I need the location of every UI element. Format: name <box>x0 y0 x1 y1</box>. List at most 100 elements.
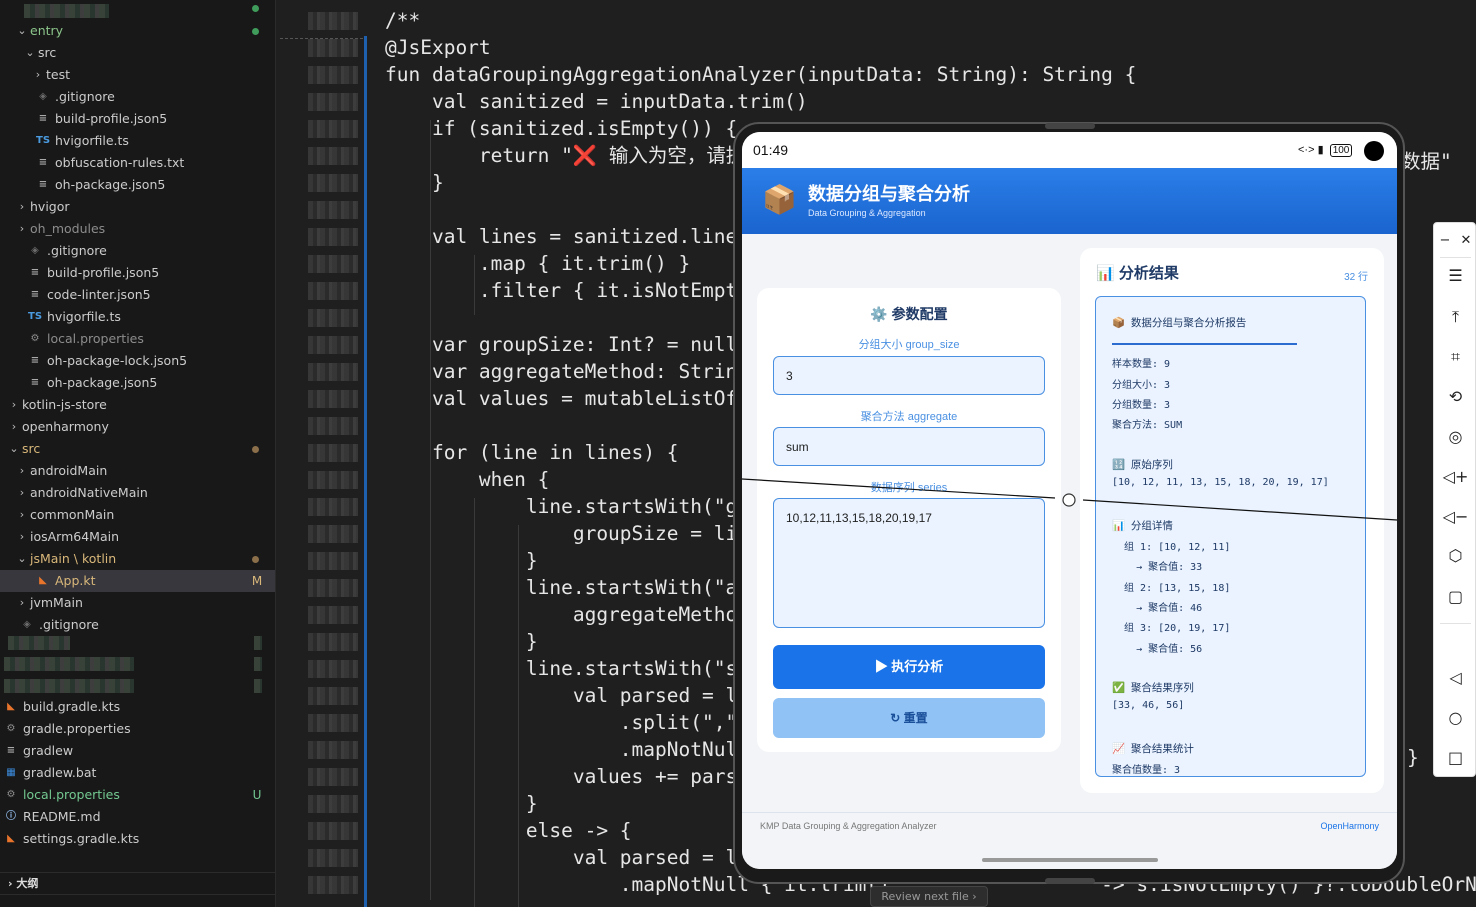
chevron-right-icon[interactable]: › <box>16 218 28 240</box>
chevron-right-icon[interactable]: › <box>16 526 28 548</box>
code-line[interactable]: val values = mutableListOf<D <box>385 385 761 412</box>
code-line[interactable]: return "❌ 输入为空，请提 <box>385 142 745 169</box>
location-icon[interactable]: ◎ <box>1434 422 1476 452</box>
code-line[interactable]: groupSize = line <box>385 520 761 547</box>
code-line[interactable]: @JsExport <box>385 34 491 61</box>
tree-item[interactable]: ◈ .gitignore <box>0 240 275 262</box>
reset-button[interactable]: ↻ 重置 <box>773 698 1045 738</box>
close-icon[interactable]: ✕ <box>1455 226 1476 256</box>
code-line[interactable]: else -> { <box>385 817 632 844</box>
code-line[interactable]: var groupSize: Int? = null <box>385 331 737 358</box>
tree-item[interactable]: ≡ oh-package-lock.json5 <box>0 350 275 372</box>
tree-item[interactable]: › iosArm64Main <box>0 526 275 548</box>
tree-item[interactable]: TS hvigorfile.ts <box>0 130 275 152</box>
back-icon[interactable]: ◁ <box>1434 663 1476 693</box>
tree-item[interactable]: ◈ .gitignore <box>0 86 275 108</box>
chevron-down-icon[interactable]: ⌄ <box>8 438 20 460</box>
tree-item[interactable]: ⌄ src <box>0 438 275 460</box>
code-line[interactable]: fun dataGroupingAggregationAnalyzer(inpu… <box>385 61 1136 88</box>
chevron-right-icon[interactable]: › <box>8 394 20 416</box>
chevron-down-icon[interactable]: ⌄ <box>16 20 28 42</box>
code-line[interactable]: line.startsWith("gro <box>385 493 761 520</box>
tree-item[interactable]: ≡ gradlew <box>0 740 275 762</box>
tree-item[interactable]: ◈ .gitignore <box>0 614 275 636</box>
tree-item[interactable]: ◣ build.gradle.kts <box>0 696 275 718</box>
tree-item[interactable]: ≡ build-profile.json5 <box>0 108 275 130</box>
aggregate-method-input[interactable]: sum <box>773 427 1045 466</box>
tree-item[interactable]: ▦ gradlew.bat <box>0 762 275 784</box>
code-line[interactable]: /** <box>385 7 420 34</box>
tree-item[interactable]: ◣ settings.gradle.kts <box>0 828 275 850</box>
tree-item[interactable]: ≡ build-profile.json5 <box>0 262 275 284</box>
minimize-icon[interactable]: − <box>1434 226 1456 256</box>
code-line[interactable]: var aggregateMethod: String? <box>385 358 761 385</box>
tree-item[interactable]: TS hvigorfile.ts <box>0 306 275 328</box>
chevron-right-icon[interactable]: › <box>16 592 28 614</box>
crop-icon[interactable]: ⌗ <box>1434 342 1476 372</box>
volume-up-icon[interactable]: ◁+ <box>1434 462 1476 492</box>
series-textarea[interactable]: 10,12,11,13,15,18,20,19,17 <box>773 498 1045 628</box>
home-icon[interactable]: ○ <box>1434 703 1476 733</box>
tree-item[interactable]: ⌄ entry <box>0 20 275 42</box>
chevron-down-icon[interactable]: ⌄ <box>16 548 28 570</box>
tree-item[interactable]: ⓘ README.md <box>0 806 275 828</box>
code-line[interactable]: .map { it.trim() } <box>385 250 690 277</box>
tree-item[interactable]: ⚙ gradle.properties <box>0 718 275 740</box>
chevron-right-icon[interactable]: › <box>16 504 28 526</box>
code-line[interactable]: .split(",", <box>385 709 749 736</box>
tree-item[interactable]: ⚙ local.properties <box>0 328 275 350</box>
tree-item[interactable]: ≡ oh-package.json5 <box>0 372 275 394</box>
tree-item[interactable]: › oh_modules <box>0 218 275 240</box>
code-line[interactable]: } <box>385 790 538 817</box>
menu-icon[interactable]: ☰ <box>1434 261 1476 291</box>
tree-item[interactable]: ◣ App.kt M <box>0 570 275 592</box>
code-line[interactable]: when { <box>385 466 549 493</box>
pin-top-icon[interactable]: ⤒ <box>1434 302 1476 332</box>
tree-item[interactable]: › jvmMain <box>0 592 275 614</box>
outline-panel-header[interactable]: › 大纲 <box>0 872 275 894</box>
tree-item[interactable]: ≡ oh-package.json5 <box>0 174 275 196</box>
code-line[interactable]: line.startsWith("ser <box>385 655 761 682</box>
chevron-right-icon[interactable]: › <box>16 460 28 482</box>
home-indicator[interactable] <box>982 858 1158 862</box>
shake-icon[interactable]: ⬡ <box>1434 541 1476 571</box>
chevron-down-icon[interactable]: ⌄ <box>24 42 36 64</box>
chevron-right-icon[interactable]: › <box>16 196 28 218</box>
code-line[interactable]: values += parsed <box>385 763 761 790</box>
review-next-file-button[interactable]: Review next file › <box>870 886 988 907</box>
tree-item[interactable]: › androidNativeMain <box>0 482 275 504</box>
chevron-right-icon[interactable]: › <box>32 64 44 86</box>
code-line[interactable]: if (sanitized.isEmpty()) { <box>385 115 737 142</box>
code-line[interactable]: } <box>385 169 444 196</box>
code-line[interactable]: } <box>385 547 538 574</box>
tree-item[interactable]: ≡ code-linter.json5 <box>0 284 275 306</box>
tree-item[interactable]: › kotlin-js-store <box>0 394 275 416</box>
code-line[interactable]: val parsed = lin <box>385 844 761 871</box>
tree-item[interactable]: › commonMain <box>0 504 275 526</box>
tree-item[interactable]: › openharmony <box>0 416 275 438</box>
code-line[interactable]: .mapNotNull <box>385 736 749 763</box>
code-line[interactable]: .filter { it.isNotEmpty( <box>385 277 761 304</box>
group-size-input[interactable]: 3 <box>773 356 1045 395</box>
rotate-icon[interactable]: ⟲ <box>1434 382 1476 412</box>
chevron-right-icon[interactable]: › <box>16 482 28 504</box>
code-line[interactable]: val lines = sanitized.lines( <box>385 223 761 250</box>
code-line[interactable]: val parsed = lin <box>385 682 761 709</box>
tree-item[interactable]: ⌄ src <box>0 42 275 64</box>
recents-icon[interactable]: □ <box>1434 743 1476 773</box>
device-screen[interactable]: 01:49 <·> ▮ 100 📦 数据分组与聚合分析 Data Groupin… <box>742 132 1397 869</box>
code-line[interactable]: val sanitized = inputData.trim() <box>385 88 808 115</box>
code-line[interactable]: for (line in lines) { <box>385 439 679 466</box>
results-report[interactable]: 📦 数据分组与聚合分析报告 样本数量: 9 分组大小: 3 分组数量: 3 聚合方法: … <box>1095 296 1366 777</box>
tree-item[interactable]: ⌄ jsMain \ kotlin <box>0 548 275 570</box>
tree-item[interactable]: › androidMain <box>0 460 275 482</box>
tree-item[interactable]: ⚙ local.properties U <box>0 784 275 806</box>
tree-item[interactable]: › test <box>0 64 275 86</box>
volume-down-icon[interactable]: ◁− <box>1434 502 1476 532</box>
code-line[interactable]: line.startsWith("agg <box>385 574 761 601</box>
screenshot-icon[interactable]: ▢ <box>1434 582 1476 612</box>
tree-item[interactable]: › hvigor <box>0 196 275 218</box>
run-analysis-button[interactable]: ▶ 执行分析 <box>773 645 1045 689</box>
code-line[interactable]: aggregateMethod <box>385 601 749 628</box>
tree-item[interactable]: ≡ obfuscation-rules.txt <box>0 152 275 174</box>
